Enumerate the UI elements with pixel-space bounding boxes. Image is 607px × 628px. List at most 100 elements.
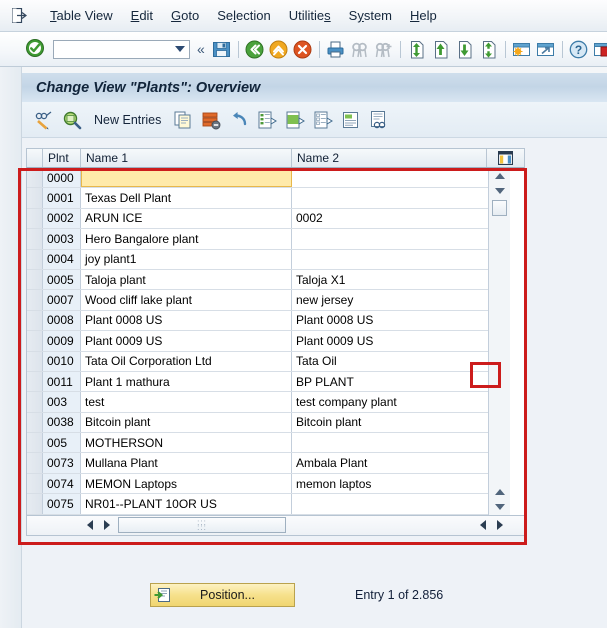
row-select-cell[interactable] [27, 229, 43, 249]
select-block-icon[interactable] [283, 108, 307, 132]
cell-name1[interactable] [81, 168, 292, 188]
menu-selection[interactable]: Selection [208, 6, 280, 25]
table-row[interactable]: 0011 Plant 1 mathura BP PLANT [27, 371, 488, 393]
cell-name2[interactable] [292, 229, 487, 248]
row-select-cell[interactable] [27, 331, 43, 351]
scroll-right-icon[interactable] [98, 516, 115, 534]
cell-name2[interactable] [292, 168, 487, 187]
menu-goto[interactable]: Goto [162, 6, 208, 25]
chevron-down-icon[interactable] [175, 46, 185, 52]
delete-row-icon[interactable] [199, 108, 223, 132]
save-icon[interactable] [211, 38, 233, 60]
find-icon[interactable] [349, 38, 371, 60]
cell-name1[interactable]: MEMON Laptops [81, 473, 292, 494]
cell-name1[interactable]: MOTHERSON [81, 433, 292, 453]
cell-plnt[interactable]: 0073 [43, 453, 81, 473]
column-header-name2[interactable]: Name 2 [292, 149, 487, 167]
undo-icon[interactable] [227, 108, 251, 132]
help-icon[interactable]: ? [568, 38, 590, 60]
command-field[interactable] [53, 39, 190, 59]
cell-name1[interactable]: Tata Oil Corporation Ltd [81, 351, 292, 371]
cell-name2[interactable]: Plant 0008 US [292, 311, 487, 330]
cell-name1[interactable]: Mullana Plant [81, 453, 292, 473]
cell-plnt[interactable]: 003 [43, 392, 81, 412]
new-entries-button[interactable]: New Entries [86, 113, 169, 127]
cell-name1[interactable]: ARUN ICE [81, 208, 292, 229]
cell-name2[interactable]: new jersey [292, 290, 487, 309]
scroll-left-icon[interactable] [81, 516, 98, 534]
cell-name1[interactable]: NR01--PLANT 10OR US [81, 494, 292, 514]
table-row[interactable]: 0075 NR01--PLANT 10OR US [27, 494, 488, 515]
cell-plnt[interactable]: 0000 [43, 168, 81, 188]
row-select-cell[interactable] [27, 494, 43, 514]
vertical-scroll-thumb[interactable] [492, 200, 507, 216]
table-row[interactable]: 0073 Mullana Plant Ambala Plant [27, 453, 488, 474]
variable-list-icon[interactable] [339, 108, 363, 132]
table-row[interactable]: 0002 ARUN ICE 0002 [27, 208, 488, 230]
row-select-cell[interactable] [27, 310, 43, 331]
menu-utilities[interactable]: Utilities [280, 6, 340, 25]
next-page-icon[interactable] [454, 38, 476, 60]
last-page-icon[interactable] [478, 38, 500, 60]
cell-name2[interactable]: Tata Oil [292, 352, 487, 371]
position-button[interactable]: Position... [150, 583, 295, 607]
cell-name2[interactable] [292, 250, 487, 269]
menu-system[interactable]: System [340, 6, 401, 25]
cell-plnt[interactable]: 0001 [43, 188, 81, 208]
cell-plnt[interactable]: 005 [43, 433, 81, 453]
cell-name2[interactable]: Plant 0009 US [292, 331, 487, 350]
cell-plnt[interactable]: 0010 [43, 351, 81, 371]
cell-plnt[interactable]: 0075 [43, 494, 81, 514]
table-row[interactable]: 0074 MEMON Laptops memon laptos [27, 473, 488, 495]
cell-name1[interactable]: joy plant1 [81, 249, 292, 269]
cell-name2[interactable] [292, 188, 487, 207]
cell-plnt[interactable]: 0007 [43, 290, 81, 310]
copy-as-icon[interactable] [171, 108, 195, 132]
enter-check-icon[interactable] [25, 38, 47, 60]
scroll-down-icon[interactable] [492, 183, 508, 198]
cell-name1[interactable]: Plant 0008 US [81, 310, 292, 331]
cell-name2[interactable]: test company plant [292, 392, 487, 411]
table-row[interactable]: 0005 Taloja plant Taloja X1 [27, 269, 488, 291]
scroll-left-end-icon[interactable] [474, 516, 491, 534]
select-all-column-header[interactable] [27, 149, 43, 167]
cell-plnt[interactable]: 0004 [43, 249, 81, 269]
scroll-right-end-icon[interactable] [491, 516, 508, 534]
table-row[interactable]: 0004 joy plant1 [27, 249, 488, 270]
table-row[interactable]: 0009 Plant 0009 US Plant 0009 US [27, 331, 488, 352]
cell-name2[interactable]: Ambala Plant [292, 453, 487, 472]
cell-name1[interactable]: Wood cliff lake plant [81, 290, 292, 310]
scroll-up-icon[interactable] [492, 168, 508, 183]
cell-name2[interactable]: Bitcoin plant [292, 413, 487, 432]
select-all-icon[interactable] [255, 108, 279, 132]
cell-name1[interactable]: test [81, 392, 292, 412]
row-select-cell[interactable] [27, 392, 43, 412]
menu-help[interactable]: Help [401, 6, 446, 25]
customize-layout-icon[interactable] [592, 38, 607, 60]
table-row[interactable]: 0007 Wood cliff lake plant new jersey [27, 290, 488, 311]
row-select-cell[interactable] [27, 168, 43, 188]
row-select-cell[interactable] [27, 249, 43, 269]
table-row[interactable]: 0001 Texas Dell Plant [27, 188, 488, 209]
scroll-page-down-icon[interactable] [492, 500, 508, 515]
row-select-cell[interactable] [27, 351, 43, 371]
cell-plnt[interactable]: 0003 [43, 229, 81, 249]
horizontal-scroll-track[interactable]: :::::: [118, 517, 471, 534]
previous-page-icon[interactable] [430, 38, 452, 60]
table-settings-icon[interactable] [487, 149, 524, 167]
horizontal-scrollbar[interactable]: :::::: [26, 515, 525, 536]
row-select-cell[interactable] [27, 473, 43, 494]
create-shortcut-icon[interactable] [535, 38, 557, 60]
cell-name2[interactable]: 0002 [292, 209, 487, 228]
cell-name2[interactable] [292, 494, 487, 513]
cell-plnt[interactable]: 0009 [43, 331, 81, 351]
print-icon[interactable] [325, 38, 347, 60]
find-next-icon[interactable] [373, 38, 395, 60]
horizontal-scroll-thumb[interactable]: :::::: [118, 517, 286, 534]
row-select-cell[interactable] [27, 412, 43, 433]
deselect-all-icon[interactable] [311, 108, 335, 132]
cancel-icon[interactable] [292, 38, 314, 60]
row-select-cell[interactable] [27, 371, 43, 392]
first-page-icon[interactable] [406, 38, 428, 60]
cell-plnt[interactable]: 0005 [43, 269, 81, 290]
